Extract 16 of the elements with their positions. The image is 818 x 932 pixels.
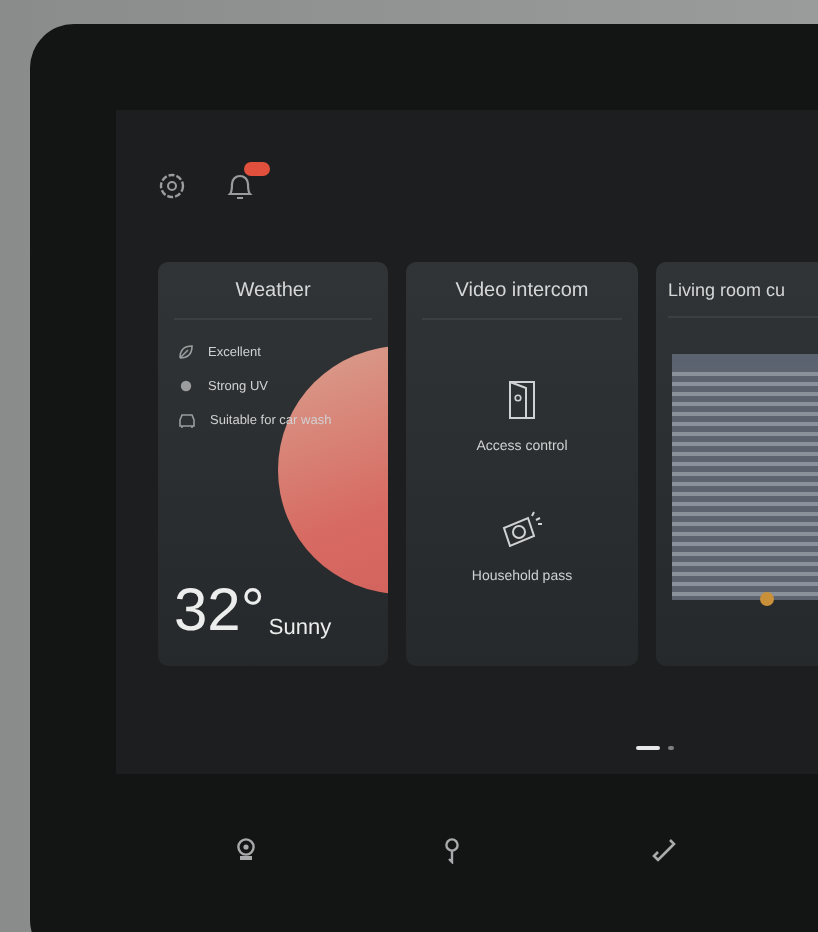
page-indicator[interactable]	[635, 746, 659, 750]
webcam-icon[interactable]	[236, 838, 256, 862]
key-icon[interactable]	[444, 838, 460, 864]
sun-icon	[178, 378, 194, 394]
temperature: 32°	[174, 582, 265, 642]
camera-icon	[499, 510, 544, 550]
weather-condition: Sunny	[268, 615, 332, 642]
door-icon	[508, 380, 536, 420]
settings-icon[interactable]	[158, 172, 186, 200]
card-title: Video intercom	[422, 262, 622, 320]
car-icon	[178, 412, 196, 428]
card-title: Living room cu	[668, 262, 818, 318]
card-title: Weather	[174, 262, 372, 320]
bell-icon[interactable]	[226, 172, 254, 202]
curtain-card[interactable]: Living room cu	[656, 262, 818, 666]
leaf-icon	[178, 344, 194, 360]
